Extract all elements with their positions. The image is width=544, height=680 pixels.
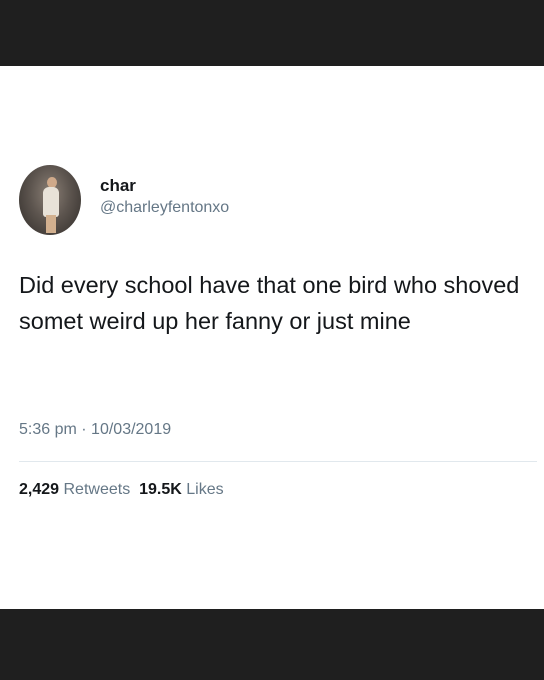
avatar-figure-legs xyxy=(46,215,56,233)
tweet-timestamp[interactable]: 5:36 pm · 10/03/2019 xyxy=(19,421,171,439)
retweets-stat[interactable]: 2,429 Retweets xyxy=(19,481,130,498)
display-name[interactable]: char xyxy=(100,176,136,196)
avatar[interactable] xyxy=(19,165,81,235)
timestamp-separator: · xyxy=(81,421,87,438)
avatar-figure-body xyxy=(43,187,59,217)
tweet-time: 5:36 pm xyxy=(19,421,77,438)
likes-count: 19.5K xyxy=(139,481,182,498)
top-dark-band xyxy=(0,0,544,66)
retweets-label: Retweets xyxy=(63,481,131,498)
tweet-date: 10/03/2019 xyxy=(91,421,172,438)
stats-divider xyxy=(19,461,537,462)
tweet-text: Did every school have that one bird who … xyxy=(19,272,520,334)
likes-stat[interactable]: 19.5K Likes xyxy=(139,481,224,498)
tweet-stats: 2,429 Retweets 19.5K Likes xyxy=(19,481,224,499)
likes-label: Likes xyxy=(186,481,224,498)
retweets-count: 2,429 xyxy=(19,481,60,498)
bottom-dark-band xyxy=(0,609,544,680)
user-handle[interactable]: @charleyfentonxo xyxy=(100,199,229,217)
